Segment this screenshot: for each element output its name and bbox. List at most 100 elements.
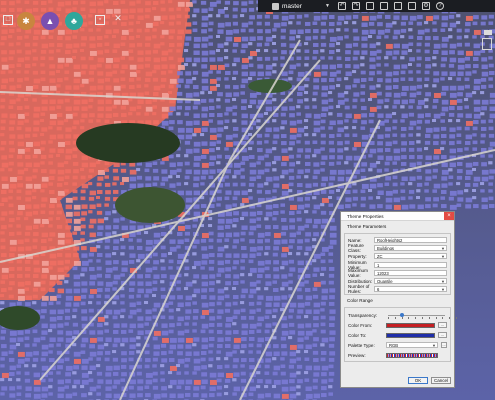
- building: [232, 287, 237, 291]
- param-select[interactable]: ZC ▼: [374, 253, 447, 260]
- slider-thumb[interactable]: [399, 313, 404, 318]
- grid-icon[interactable]: [394, 2, 402, 10]
- building: [384, 105, 389, 109]
- building: [200, 329, 206, 334]
- building: [256, 385, 261, 389]
- theme-properties-dialog: Theme Properties × Theme Parameters Name…: [340, 211, 457, 388]
- building: [16, 154, 23, 159]
- building: [328, 364, 334, 369]
- color-from-picker-button[interactable]: ...: [437, 322, 447, 329]
- save-icon[interactable]: [366, 2, 374, 10]
- building: [1, 267, 9, 273]
- param-input[interactable]: 12023: [374, 269, 447, 276]
- teal-tree-icon[interactable]: ♣: [65, 12, 83, 30]
- building: [121, 29, 129, 35]
- building: [136, 238, 142, 243]
- dialog-title-bar[interactable]: Theme Properties ×: [341, 212, 454, 221]
- building: [433, 155, 440, 160]
- building: [273, 393, 281, 399]
- param-input[interactable]: 1: [374, 261, 447, 268]
- building: [257, 36, 263, 41]
- building: [81, 372, 89, 378]
- frame-tool-icon[interactable]: ▫: [95, 15, 105, 25]
- building: [289, 393, 297, 399]
- building: [281, 15, 289, 21]
- building: [296, 56, 302, 61]
- panel-icon[interactable]: [484, 30, 492, 35]
- building: [40, 336, 46, 341]
- building: [185, 225, 191, 230]
- building: [424, 119, 430, 124]
- param-select[interactable]: Buildings ▼: [374, 245, 447, 252]
- building: [424, 70, 430, 75]
- building: [488, 182, 493, 186]
- cancel-button[interactable]: Cancel: [431, 377, 451, 384]
- pin-icon[interactable]: ✱: [17, 12, 35, 30]
- building: [201, 148, 209, 154]
- building: [192, 21, 198, 25]
- undo-icon[interactable]: ↶: [338, 2, 346, 10]
- building: [208, 224, 213, 228]
- building: [448, 28, 453, 32]
- building: [80, 49, 85, 53]
- building: [344, 119, 349, 123]
- building: [96, 385, 101, 389]
- color-to-swatch[interactable]: [386, 332, 435, 338]
- building: [105, 57, 113, 63]
- close-icon[interactable]: ×: [444, 212, 454, 220]
- building: [329, 71, 337, 77]
- param-input[interactable]: RoofHeights2: [374, 237, 447, 244]
- building: [169, 106, 176, 112]
- building: [97, 57, 105, 63]
- building: [256, 161, 261, 165]
- building: [208, 259, 215, 264]
- building: [449, 127, 456, 132]
- building: [400, 189, 406, 193]
- settings-icon[interactable]: ⚙: [422, 2, 430, 10]
- building: [65, 218, 73, 224]
- building: [152, 7, 157, 11]
- building: [169, 239, 176, 244]
- building: [32, 42, 38, 47]
- building: [217, 127, 224, 132]
- redo-icon[interactable]: ↷: [352, 2, 360, 10]
- building: [16, 7, 23, 12]
- ok-button[interactable]: OK: [408, 377, 428, 384]
- cube-icon[interactable]: [482, 38, 492, 50]
- transparency-slider[interactable]: [386, 311, 457, 319]
- color-from-swatch[interactable]: [386, 322, 435, 328]
- color-to-picker-button[interactable]: ...: [437, 332, 447, 339]
- building: [353, 113, 361, 119]
- branch-selector[interactable]: master ▼: [272, 2, 330, 10]
- building: [1, 155, 8, 160]
- building: [345, 113, 352, 119]
- building: [57, 379, 65, 385]
- layers-icon[interactable]: [380, 2, 388, 10]
- building: [240, 231, 246, 236]
- select-tool-icon[interactable]: □: [3, 15, 13, 25]
- building: [464, 77, 470, 82]
- building: [368, 35, 373, 39]
- building: [257, 260, 265, 266]
- building: [352, 133, 358, 138]
- building: [57, 57, 65, 63]
- param-select[interactable]: Quantile ▼: [374, 278, 447, 285]
- share-icon[interactable]: [408, 2, 416, 10]
- palette-options-button[interactable]: ...: [441, 342, 447, 349]
- building: [337, 120, 343, 125]
- help-icon[interactable]: ?: [436, 2, 444, 10]
- building: [64, 385, 70, 389]
- param-select[interactable]: 6 ▼: [374, 286, 447, 293]
- building: [217, 64, 225, 70]
- tools-icon[interactable]: ✕: [113, 14, 123, 25]
- building: [409, 162, 416, 168]
- building: [8, 350, 14, 355]
- building: [360, 56, 365, 60]
- building: [200, 203, 207, 208]
- tree-icon[interactable]: ▲: [41, 12, 59, 30]
- palette-type-select[interactable]: RGB ▼: [386, 342, 438, 349]
- building: [184, 7, 190, 12]
- building: [73, 351, 81, 357]
- building: [416, 147, 422, 152]
- building: [328, 392, 333, 396]
